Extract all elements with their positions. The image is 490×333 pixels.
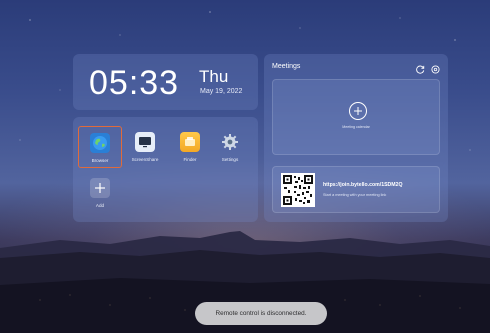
clock-day: Thu — [199, 67, 229, 86]
app-settings[interactable]: Settings — [208, 126, 252, 168]
apps-panel: Browser ScreenShare Finder Settings Add — [73, 117, 258, 222]
app-browser-label: Browser — [91, 158, 109, 163]
app-browser[interactable]: Browser — [78, 126, 122, 168]
clock-time: 05:33 — [89, 64, 180, 102]
refresh-icon[interactable] — [416, 61, 425, 79]
qr-code-icon — [281, 173, 315, 207]
screen-share-icon — [135, 132, 155, 152]
meetings-title: Meetings — [272, 63, 301, 70]
meetings-header-icons — [416, 61, 440, 79]
app-finder-label: Finder — [183, 157, 197, 162]
gear-icon[interactable] — [431, 61, 440, 79]
status-toast: Remote control is disconnected. — [195, 302, 327, 325]
meeting-link-card[interactable]: https://join.bytello.com/1SDM2Q Start a … — [272, 166, 440, 213]
meeting-link-url[interactable]: https://join.bytello.com/1SDM2Q — [323, 182, 403, 188]
add-circle-icon — [349, 102, 367, 120]
app-screenshare-label: ScreenShare — [131, 157, 159, 162]
meeting-calendar-label: Meeting calendar — [342, 125, 370, 129]
app-settings-label: Settings — [221, 157, 239, 162]
app-add-label: Add — [95, 203, 105, 208]
browser-globe-icon — [90, 133, 110, 153]
meeting-link-hint: Start a meeting with your meeting link — [323, 193, 387, 197]
meeting-calendar-card[interactable]: Meeting calendar — [272, 79, 440, 155]
app-screenshare[interactable]: ScreenShare — [123, 126, 167, 168]
app-add[interactable]: Add — [78, 172, 122, 214]
app-finder[interactable]: Finder — [168, 126, 212, 168]
settings-gear-icon — [220, 132, 240, 152]
clock-widget: 05:33 Thu May 19, 2022 — [73, 54, 258, 110]
finder-folder-icon — [180, 132, 200, 152]
meetings-panel: Meetings Meeting calendar https://join.b… — [264, 54, 448, 222]
plus-icon — [90, 178, 110, 198]
clock-date: May 19, 2022 — [200, 88, 243, 95]
